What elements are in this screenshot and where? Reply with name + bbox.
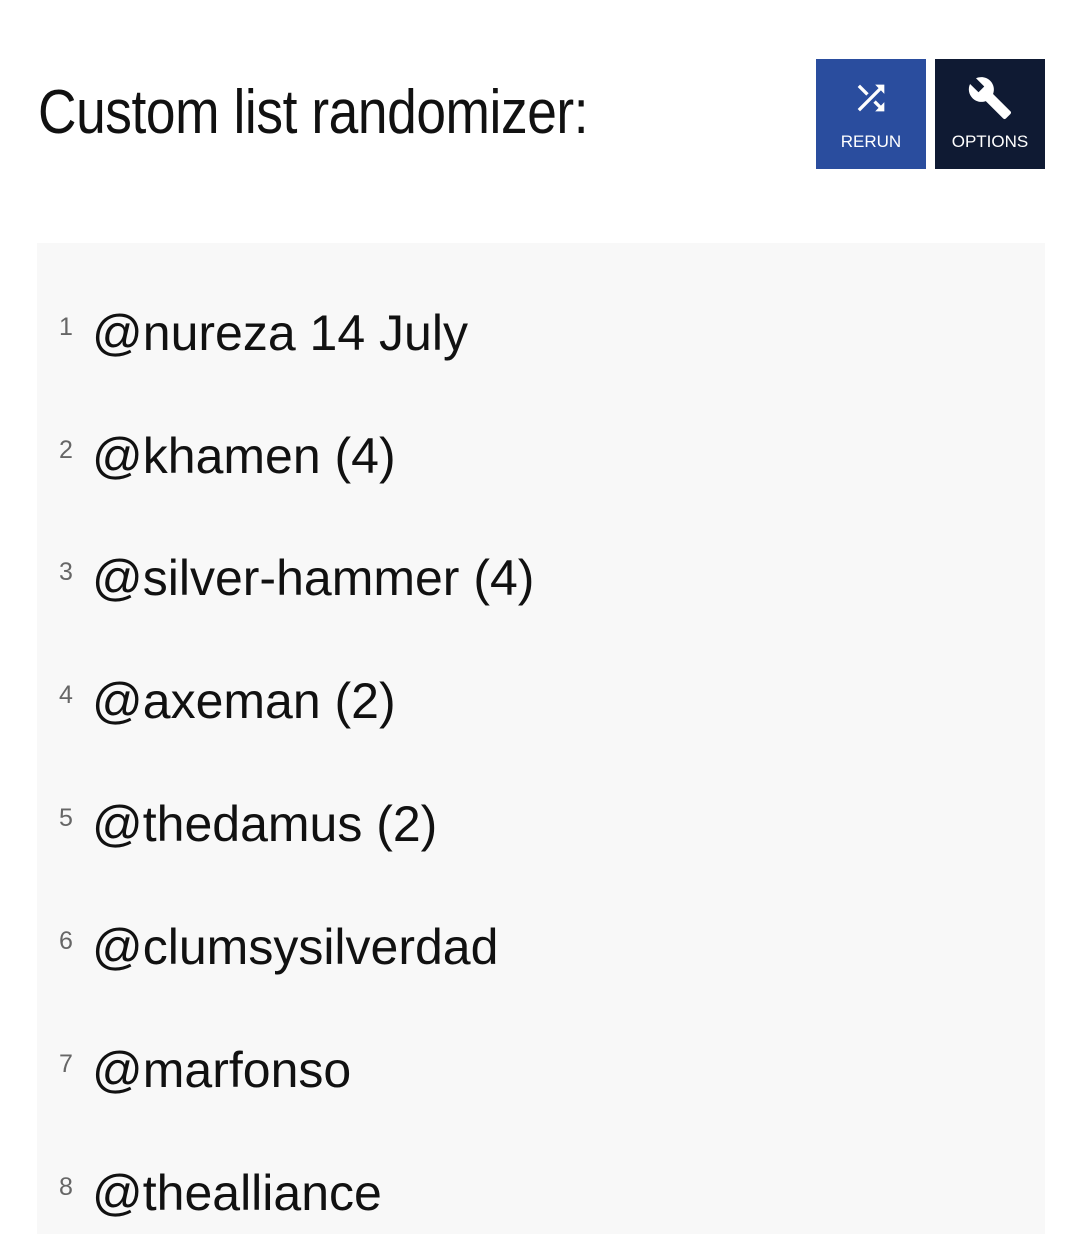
item-number: 1 [59,313,73,341]
item-number: 5 [59,804,73,832]
list-item: 4 @axeman (2) [37,671,1045,771]
rerun-button[interactable]: RERUN [816,59,926,169]
page-title: Custom list randomizer: [38,78,589,147]
item-number: 4 [59,681,73,709]
item-text: @thedamus (2) [92,796,438,852]
result-panel: 1 @nureza 14 July 2 @khamen (4) 3 @silve… [37,243,1045,1234]
list-item: 3 @silver-hammer (4) [37,548,1045,648]
options-button[interactable]: OPTIONS [935,59,1045,169]
list-item: 5 @thedamus (2) [37,794,1045,894]
item-number: 7 [59,1050,73,1078]
item-number: 2 [59,436,73,464]
wrench-icon [965,75,1015,121]
item-text: @marfonso [92,1042,352,1098]
item-number: 8 [59,1173,73,1201]
shuffle-icon [846,75,896,121]
item-text: @thealliance [92,1165,382,1221]
list-item: 1 @nureza 14 July [37,303,1045,403]
list-item: 6 @clumsysilverdad [37,917,1045,1017]
list-item: 8 @thealliance [37,1163,1045,1234]
options-label: OPTIONS [951,132,1029,151]
item-number: 3 [59,558,73,586]
item-text: @khamen (4) [92,428,396,484]
rerun-label: RERUN [840,132,902,151]
item-number: 6 [59,927,73,955]
list-item: 7 @marfonso [37,1040,1045,1140]
list-item: 2 @khamen (4) [37,426,1045,526]
item-text: @clumsysilverdad [92,919,499,975]
item-text: @silver-hammer (4) [92,550,535,606]
item-text: @nureza 14 July [92,305,468,361]
item-text: @axeman (2) [92,673,396,729]
